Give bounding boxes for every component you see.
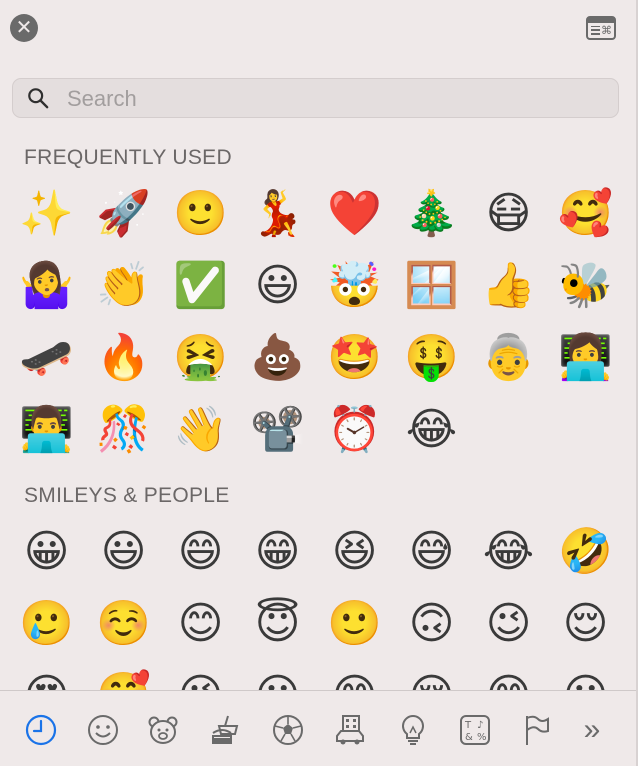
emoji-cell[interactable]: 😷 [470, 178, 547, 250]
tab-symbols[interactable]: T ♪ & % [455, 710, 495, 750]
emoji-cell[interactable]: 😆 [316, 516, 393, 588]
emoji-grid-smileys-people: 😀😃😄😁😆😅😂🤣 🥲☺️😊😇🙂🙃😉😌 😍🥰😘😗😙😚😋😛 [8, 516, 624, 691]
search-field[interactable] [12, 78, 619, 118]
emoji-cell[interactable]: 😙 [316, 660, 393, 691]
emoji-cell[interactable]: 🤯 [316, 250, 393, 322]
building-car-icon [336, 715, 364, 745]
emoji-grid-frequently-used: ✨ 🚀 🙂 💃 ❤️ 🎄 😷 🥰 🤷‍♀️ 👏 ✅ 😃 🤯 🪟 👍 🐝 🛹 🔥 🤮 💩 🤩 🤑 👵 👩‍💻 👨‍💻 🎊 👋 📽️ ⏰ 😂 [8, 178, 624, 466]
emoji-cell[interactable]: 😉 [470, 588, 547, 660]
emoji-cell[interactable]: 👏 [85, 250, 162, 322]
emoji-cell[interactable]: 😊 [162, 588, 239, 660]
emoji-cell[interactable]: ☺️ [85, 588, 162, 660]
close-glyph: ✕ [15, 17, 33, 39]
command-glyph: ⌘ [601, 25, 612, 37]
emoji-cell[interactable]: 😚 [393, 660, 470, 691]
tab-objects[interactable] [393, 710, 433, 750]
emoji-cell[interactable]: 🚀 [85, 178, 162, 250]
emoji-cell[interactable]: 😄 [162, 516, 239, 588]
lightbulb-icon [402, 714, 424, 745]
soccer-ball-icon [273, 715, 303, 745]
emoji-cell[interactable]: 😀 [8, 516, 85, 588]
emoji-cell[interactable]: 😌 [547, 588, 624, 660]
emoji-cell[interactable]: 📽️ [239, 394, 316, 466]
category-divider [0, 690, 636, 691]
tab-smileys-people[interactable] [83, 710, 123, 750]
emoji-cell[interactable]: 😍 [8, 660, 85, 691]
emoji-cell[interactable]: 🎄 [393, 178, 470, 250]
emoji-cell[interactable]: 😂 [470, 516, 547, 588]
category-bar: T ♪ & % » [0, 700, 636, 760]
emoji-cell[interactable]: 🙃 [393, 588, 470, 660]
emoji-cell[interactable]: 🤣 [547, 516, 624, 588]
emoji-cell[interactable]: 🥰 [547, 178, 624, 250]
emoji-cell[interactable]: 🪟 [393, 250, 470, 322]
svg-text:T: T [464, 720, 472, 731]
emoji-cell[interactable]: 🐝 [547, 250, 624, 322]
emoji-cell[interactable]: 💩 [239, 322, 316, 394]
emoji-cell[interactable]: 🤮 [162, 322, 239, 394]
tab-more[interactable]: » [572, 710, 612, 750]
section-title-frequently-used: FREQUENTLY USED [24, 146, 232, 169]
emoji-cell[interactable]: 🛹 [8, 322, 85, 394]
tab-travel-places[interactable] [330, 710, 370, 750]
double-chevron-icon: » [583, 713, 601, 746]
food-icon [212, 715, 239, 744]
viewer-dots [591, 26, 600, 35]
emoji-cell[interactable]: 😋 [470, 660, 547, 691]
emoji-cell[interactable]: 🥰 [85, 660, 162, 691]
viewer-bar [588, 18, 614, 23]
svg-text:%: % [477, 732, 487, 743]
bear-icon [148, 716, 178, 744]
emoji-cell[interactable]: 👍 [470, 250, 547, 322]
emoji-cell[interactable]: 🔥 [85, 322, 162, 394]
symbols-icon: T ♪ & % [460, 715, 490, 745]
emoji-cell[interactable]: 🥲 [8, 588, 85, 660]
emoji-cell[interactable]: ✅ [162, 250, 239, 322]
emoji-cell[interactable]: 😘 [162, 660, 239, 691]
emoji-cell[interactable]: 👵 [470, 322, 547, 394]
emoji-cell[interactable]: 💃 [239, 178, 316, 250]
emoji-cell[interactable]: 😁 [239, 516, 316, 588]
emoji-scroll-area[interactable]: FREQUENTLY USED ✨ 🚀 🙂 💃 ❤️ 🎄 😷 🥰 🤷‍♀️ 👏 ✅ 😃 🤯 🪟 👍 🐝 🛹 🔥 🤮 💩… [0, 130, 636, 690]
section-title-smileys-people: SMILEYS & PEOPLE [24, 484, 230, 507]
emoji-cell[interactable]: 😂 [393, 394, 470, 466]
svg-text:♪: ♪ [477, 720, 483, 731]
emoji-cell[interactable]: 🙂 [162, 178, 239, 250]
emoji-cell[interactable]: 😗 [239, 660, 316, 691]
emoji-cell[interactable]: 👩‍💻 [547, 322, 624, 394]
tab-activity[interactable] [268, 710, 308, 750]
emoji-cell[interactable]: 😃 [239, 250, 316, 322]
close-icon[interactable]: ✕ [10, 14, 38, 42]
emoji-cell[interactable]: ✨ [8, 178, 85, 250]
emoji-cell[interactable]: 😅 [393, 516, 470, 588]
emoji-cell[interactable]: 🎊 [85, 394, 162, 466]
search-icon [28, 88, 49, 109]
emoji-cell[interactable]: 🤩 [316, 322, 393, 394]
emoji-cell[interactable]: ❤️ [316, 178, 393, 250]
emoji-cell[interactable]: 🤑 [393, 322, 470, 394]
tab-food-drink[interactable] [205, 710, 245, 750]
tab-flags[interactable] [517, 710, 557, 750]
clock-icon [25, 714, 57, 746]
smiley-icon [88, 715, 118, 745]
emoji-cell[interactable]: 😇 [239, 588, 316, 660]
tab-frequently-used[interactable] [21, 710, 61, 750]
emoji-cell[interactable]: 😃 [85, 516, 162, 588]
emoji-cell[interactable]: 😛 [547, 660, 624, 691]
emoji-cell[interactable]: 🤷‍♀️ [8, 250, 85, 322]
emoji-cell[interactable]: ⏰ [316, 394, 393, 466]
flag-icon [526, 715, 549, 745]
emoji-cell[interactable]: 🙂 [316, 588, 393, 660]
tab-animals-nature[interactable] [143, 710, 183, 750]
emoji-cell[interactable]: 👋 [162, 394, 239, 466]
emoji-cell[interactable]: 👨‍💻 [8, 394, 85, 466]
search-input[interactable] [65, 83, 589, 115]
svg-text:&: & [465, 732, 473, 743]
character-viewer-icon[interactable]: ⌘ [586, 16, 616, 40]
